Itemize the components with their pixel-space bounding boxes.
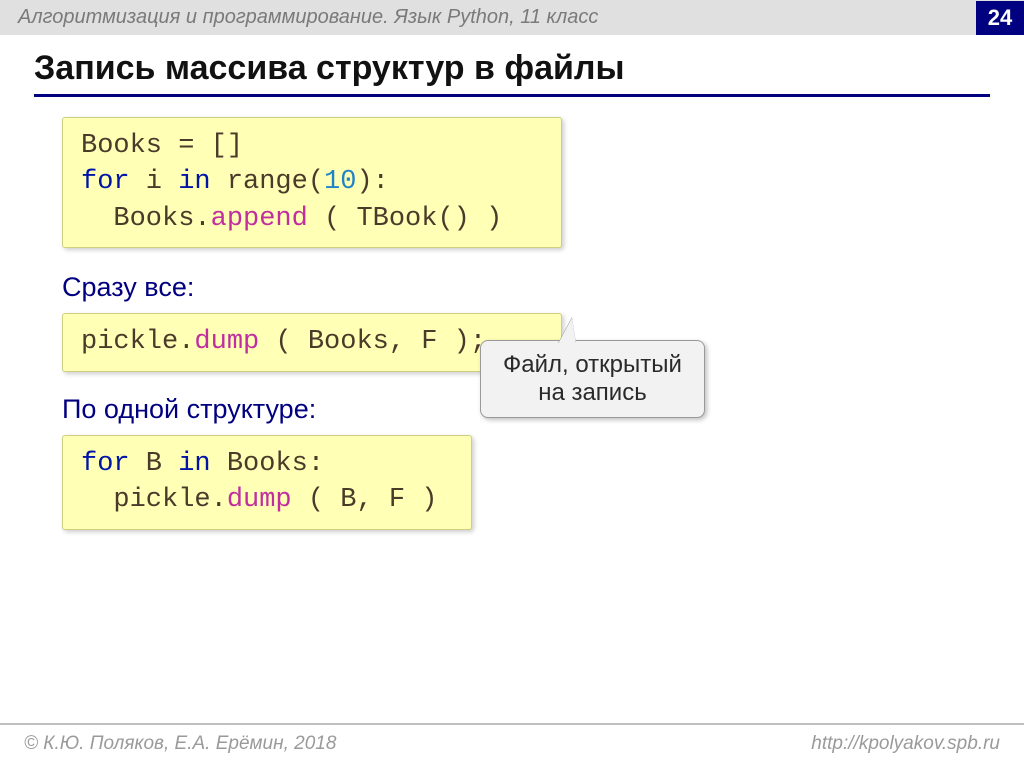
footer-copyright: © К.Ю. Поляков, Е.А. Ерёмин, 2018 bbox=[24, 733, 336, 755]
callout-line: Файл, открытый bbox=[503, 351, 682, 379]
subheading-1: Сразу все: bbox=[62, 272, 990, 303]
footer-url: http://kpolyakov.spb.ru bbox=[811, 733, 1000, 755]
code-token: ( bbox=[308, 167, 324, 197]
code-token: Books. bbox=[81, 204, 211, 234]
code-block-1: Books = [] for i in range(10): Books.app… bbox=[62, 117, 562, 248]
code-token: for bbox=[81, 449, 130, 479]
header-breadcrumb: Алгоритмизация и программирование. Язык … bbox=[18, 6, 598, 29]
callout-line: на запись bbox=[503, 379, 682, 407]
page-number: 24 bbox=[976, 1, 1024, 35]
code-token: ): bbox=[356, 167, 388, 197]
code-token: for bbox=[81, 167, 130, 197]
code-token: Books: bbox=[211, 449, 324, 479]
footer: © К.Ю. Поляков, Е.А. Ерёмин, 2018 http:/… bbox=[0, 723, 1024, 767]
code-token: ( Books, F ); bbox=[259, 327, 486, 357]
code-block-3: for B in Books: pickle.dump ( B, F ) bbox=[62, 435, 472, 530]
code-token: ( TBook() ) bbox=[308, 204, 502, 234]
code-token: in bbox=[178, 167, 210, 197]
slide-content: Запись массива структур в файлы Books = … bbox=[0, 35, 1024, 548]
header-bar: Алгоритмизация и программирование. Язык … bbox=[0, 0, 1024, 35]
code-token: pickle. bbox=[81, 327, 194, 357]
code-token: 10 bbox=[324, 167, 356, 197]
code-token: in bbox=[178, 449, 210, 479]
code-token: dump bbox=[227, 485, 292, 515]
callout-tail-icon bbox=[558, 318, 576, 344]
callout: Файл, открытый на запись bbox=[480, 340, 705, 418]
code-token: ( B, F ) bbox=[292, 485, 438, 515]
code-token: dump bbox=[194, 327, 259, 357]
code-token: = [] bbox=[162, 131, 243, 161]
page-title: Запись массива структур в файлы bbox=[34, 49, 990, 97]
code-token: B bbox=[130, 449, 179, 479]
code-token: pickle. bbox=[81, 485, 227, 515]
code-token: range bbox=[211, 167, 308, 197]
code-token: append bbox=[211, 204, 308, 234]
code-token: Books bbox=[81, 131, 162, 161]
code-token: i bbox=[130, 167, 179, 197]
